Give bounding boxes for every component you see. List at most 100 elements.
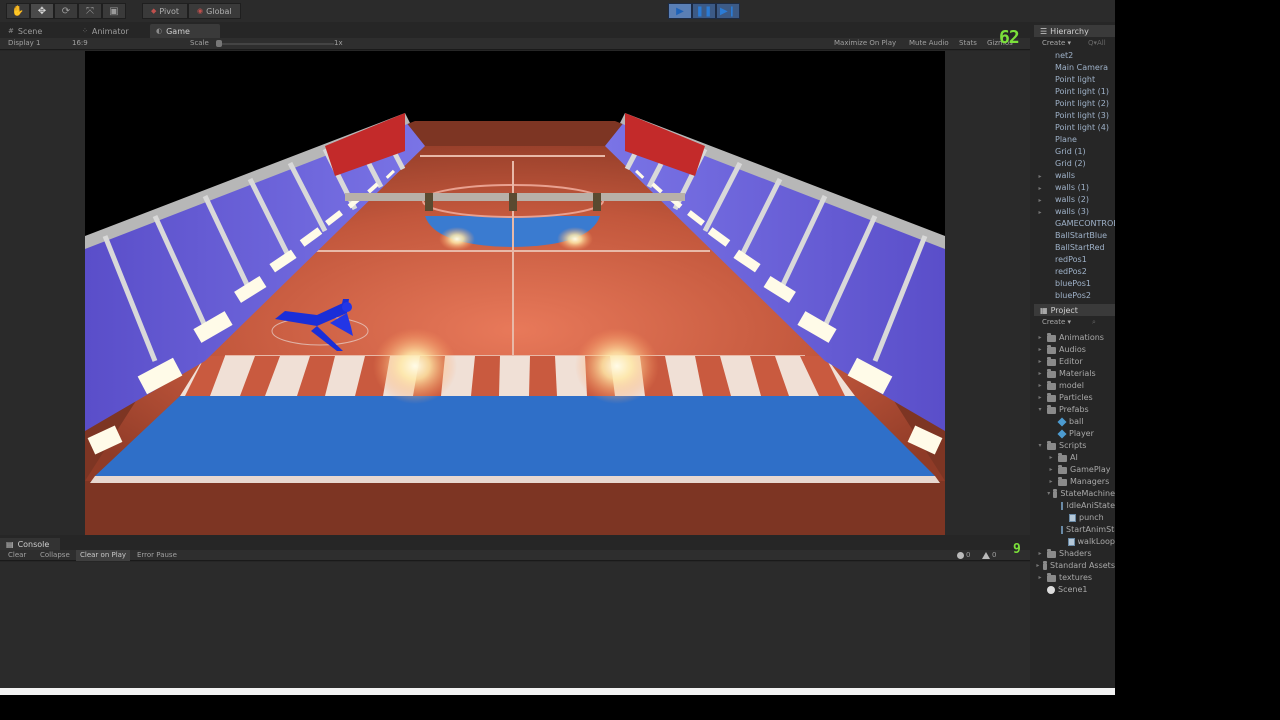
project-item[interactable]: ▸ AI (1036, 452, 1115, 464)
expand-arrow-icon[interactable]: ▸ (1036, 392, 1044, 404)
project-item[interactable]: ▸ GamePlay (1036, 464, 1115, 476)
project-item[interactable]: ▸ Standard Assets (1036, 560, 1115, 572)
project-item[interactable]: Scene1 (1036, 584, 1115, 596)
hierarchy-item[interactable]: Main Camera (1036, 62, 1115, 74)
play-button[interactable]: ▶ (668, 3, 692, 19)
console-clear-button[interactable]: Clear (4, 550, 30, 561)
hierarchy-item[interactable]: Point light (4) (1036, 122, 1115, 134)
project-create-button[interactable]: Create ▾ (1042, 318, 1071, 326)
console-error-pause-button[interactable]: Error Pause (133, 550, 181, 561)
expand-arrow-icon[interactable]: ▾ (1047, 488, 1050, 500)
hierarchy-create-button[interactable]: Create ▾ (1042, 39, 1071, 47)
hierarchy-item[interactable]: Point light (1) (1036, 86, 1115, 98)
expand-arrow-icon[interactable]: ▸ (1036, 380, 1044, 392)
expand-arrow-icon[interactable]: ▸ (1047, 476, 1055, 488)
project-item[interactable]: punch (1036, 512, 1115, 524)
expand-arrow-icon[interactable]: ▾ (1036, 440, 1044, 452)
hierarchy-item[interactable]: Point light (3) (1036, 110, 1115, 122)
expand-arrow-icon[interactable]: ▸ (1036, 548, 1044, 560)
hierarchy-item[interactable]: BallStartBlue (1036, 230, 1115, 242)
right-margin (1115, 0, 1280, 720)
hierarchy-item[interactable]: redPos2 (1036, 266, 1115, 278)
rotate-tool-button[interactable]: ⟳ (54, 3, 78, 19)
console-collapse-button[interactable]: Collapse (36, 550, 74, 561)
project-item[interactable]: ▸ Editor (1036, 356, 1115, 368)
tab-game[interactable]: ◐ Game (150, 24, 220, 38)
hierarchy-item[interactable]: Grid (1) (1036, 146, 1115, 158)
project-item[interactable]: ▸ Animations (1036, 332, 1115, 344)
expand-arrow-icon[interactable]: ▸ (1036, 207, 1044, 218)
hierarchy-item[interactable]: bluePos2 (1036, 290, 1115, 302)
expand-arrow-icon[interactable]: ▸ (1047, 452, 1055, 464)
tab-animator[interactable]: ⁘ Animator (76, 24, 135, 38)
expand-arrow-icon[interactable]: ▸ (1036, 368, 1044, 380)
project-item[interactable]: StartAnimState (1036, 524, 1115, 536)
aspect-select[interactable]: 16:9 (72, 38, 88, 49)
expand-arrow-icon[interactable]: ▸ (1036, 332, 1044, 344)
project-item[interactable]: ▸ Managers (1036, 476, 1115, 488)
project-item[interactable]: ▾ StateMachine (1036, 488, 1115, 500)
project-item[interactable]: walkLoop (1036, 536, 1115, 548)
project-header[interactable]: ▦ Project (1034, 304, 1115, 316)
hierarchy-item[interactable]: Point light (1036, 74, 1115, 86)
project-item[interactable]: ▸ Particles (1036, 392, 1115, 404)
console-warn-count[interactable]: 0 (982, 550, 996, 561)
hierarchy-item[interactable]: BallStartRed (1036, 242, 1115, 254)
tab-scene[interactable]: # Scene (2, 24, 48, 38)
stats-toggle[interactable]: Stats (959, 38, 977, 49)
project-item[interactable]: Player (1036, 428, 1115, 440)
scale-slider[interactable] (218, 43, 334, 45)
hierarchy-item[interactable]: Plane (1036, 134, 1115, 146)
rect-tool-button[interactable]: ▣ (102, 3, 126, 19)
expand-arrow-icon[interactable]: ▸ (1036, 171, 1044, 182)
project-search-icon[interactable]: ⌕ (1092, 318, 1096, 327)
console-info-count[interactable]: 0 (957, 550, 970, 561)
scale-slider-handle[interactable] (216, 40, 222, 47)
project-item[interactable]: ▾ Scripts (1036, 440, 1115, 452)
project-item[interactable]: ▾ Prefabs (1036, 404, 1115, 416)
hierarchy-item[interactable]: ▸ walls (1036, 170, 1115, 182)
hierarchy-item[interactable]: redPos1 (1036, 254, 1115, 266)
hierarchy-item[interactable]: GAMECONTROLLER (1036, 218, 1115, 230)
move-tool-button[interactable]: ✥ (30, 3, 54, 19)
global-button[interactable]: ◉ Global (188, 3, 241, 19)
hierarchy-item[interactable]: ▸ walls (1) (1036, 182, 1115, 194)
expand-arrow-icon[interactable]: ▸ (1036, 183, 1044, 194)
project-item[interactable]: ▸ Audios (1036, 344, 1115, 356)
main-toolbar: ✋ ✥ ⟳ ⤧ ▣ ◆ Pivot ◉ Global ▶ ❚❚ ▶❙ (0, 0, 1115, 22)
expand-arrow-icon[interactable]: ▸ (1036, 195, 1044, 206)
expand-arrow-icon[interactable]: ▸ (1036, 560, 1040, 572)
project-item[interactable]: ▸ Shaders (1036, 548, 1115, 560)
hierarchy-item[interactable]: Grid (2) (1036, 158, 1115, 170)
hand-tool-button[interactable]: ✋ (6, 3, 30, 19)
game-viewport[interactable] (85, 51, 945, 535)
pivot-button[interactable]: ◆ Pivot (142, 3, 189, 19)
project-item-label: IdleAniState (1066, 501, 1115, 510)
mute-audio-toggle[interactable]: Mute Audio (909, 38, 949, 49)
hierarchy-item[interactable]: bluePos1 (1036, 278, 1115, 290)
hierarchy-item[interactable]: ▸ walls (2) (1036, 194, 1115, 206)
maximize-on-play-toggle[interactable]: Maximize On Play (834, 38, 896, 49)
expand-arrow-icon[interactable]: ▸ (1036, 356, 1044, 368)
tab-console[interactable]: ▤ Console (0, 538, 60, 550)
hierarchy-item[interactable]: net2 (1036, 50, 1115, 62)
expand-arrow-icon[interactable]: ▸ (1047, 464, 1055, 476)
hierarchy-header[interactable]: ☰ Hierarchy (1034, 25, 1115, 37)
project-item[interactable]: ▸ model (1036, 380, 1115, 392)
hierarchy-item[interactable]: Point light (2) (1036, 98, 1115, 110)
console-clear-on-play-button[interactable]: Clear on Play (76, 550, 131, 561)
step-button[interactable]: ▶❙ (716, 3, 740, 19)
hierarchy-item[interactable]: ▸ walls (3) (1036, 206, 1115, 218)
expand-arrow-icon[interactable]: ▸ (1036, 572, 1044, 584)
display-select[interactable]: Display 1 (8, 38, 40, 49)
scale-tool-button[interactable]: ⤧ (78, 3, 102, 19)
pause-button[interactable]: ❚❚ (692, 3, 716, 19)
project-item[interactable]: ▸ textures (1036, 572, 1115, 584)
console-log-area[interactable] (0, 562, 1030, 688)
hierarchy-search[interactable]: Q▾All (1088, 39, 1106, 47)
expand-arrow-icon[interactable]: ▾ (1036, 404, 1044, 416)
project-item[interactable]: ball (1036, 416, 1115, 428)
project-item[interactable]: IdleAniState (1036, 500, 1115, 512)
expand-arrow-icon[interactable]: ▸ (1036, 344, 1044, 356)
project-item[interactable]: ▸ Materials (1036, 368, 1115, 380)
